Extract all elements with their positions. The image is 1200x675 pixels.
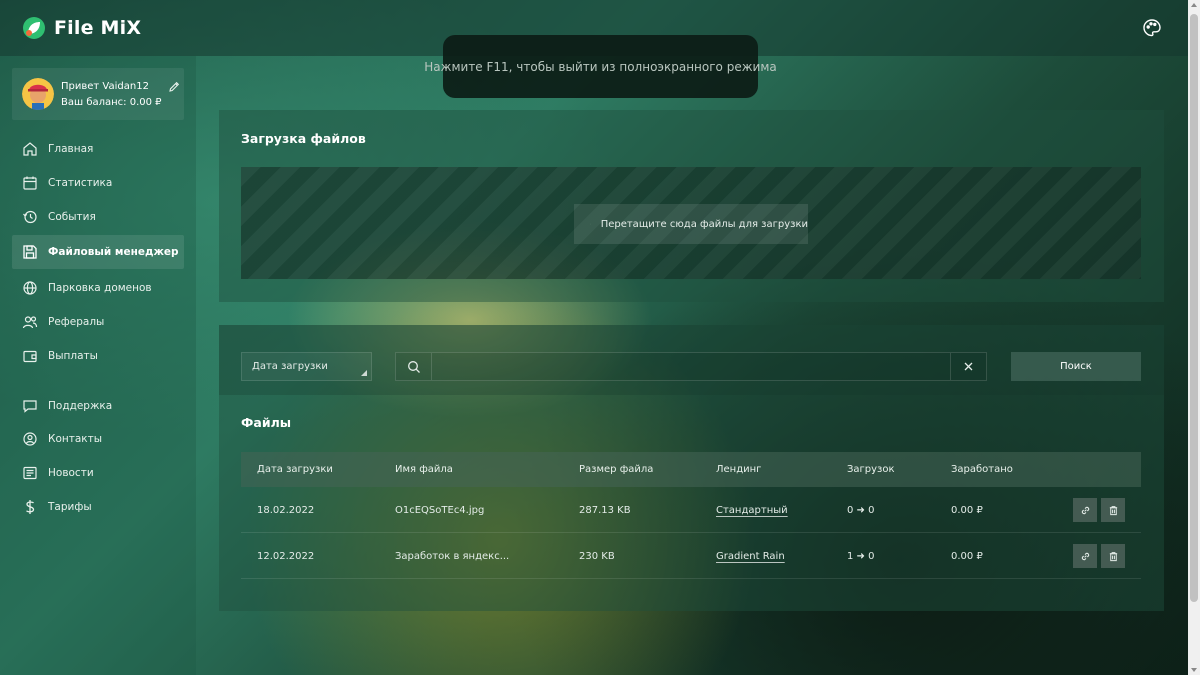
sidebar-item-label: Поддержка [48,400,113,412]
user-card: Привет Vaidan12 Ваш баланс: 0.00 ₽ [12,68,184,120]
table-row: 18.02.2022 O1cEQSoTEc4.jpg 287.13 KB Ста… [241,487,1141,533]
save-icon [23,245,37,259]
sidebar-item-label: Выплаты [48,350,98,362]
search-box [395,352,987,381]
sidebar-item-contacts[interactable]: Контакты [12,422,184,456]
sidebar-item-statistics[interactable]: Статистика [12,166,184,200]
sidebar-item-tariffs[interactable]: Тарифы [12,490,184,524]
drop-label: Перетащите сюда файлы для загрузки [600,218,808,230]
sidebar-item-referrals[interactable]: Рефералы [12,305,184,339]
user-greeting: Привет Vaidan12 [61,81,149,92]
sidebar-item-domain-parking[interactable]: Парковка доменов [12,271,184,305]
dollar-icon [26,500,35,514]
sort-select-value: Дата загрузки [252,361,328,372]
cell-file-name: Заработок в яндекс... [395,550,510,562]
sidebar-item-label: Новости [48,467,94,479]
sidebar-item-label: События [48,211,96,223]
search-button[interactable]: Поиск [1011,352,1141,381]
delete-button[interactable] [1101,498,1125,522]
files-title: Файлы [241,415,292,430]
search-icon [407,360,420,373]
upload-icon [590,223,591,225]
sidebar-item-events[interactable]: События [12,200,184,234]
cell-date: 12.02.2022 [257,550,315,562]
filter-row: Дата загрузки Поиск [219,325,1164,395]
close-icon [964,362,973,371]
table-header: Дата загрузки Имя файла Размер файла Лен… [241,452,1141,487]
contact-icon [23,432,37,446]
sidebar-item-payouts[interactable]: Выплаты [12,339,184,373]
cell-size: 287.13 KB [579,504,631,516]
landing-link[interactable]: Gradient Rain [716,551,785,562]
search-input[interactable] [433,353,951,380]
user-balance: Ваш баланс: 0.00 ₽ [61,97,162,108]
dropzone[interactable]: Перетащите сюда файлы для загрузки [241,167,1141,279]
news-icon [23,466,37,480]
column-header-size[interactable]: Размер файла [579,452,653,487]
column-header-earned[interactable]: Заработано [951,452,1013,487]
cell-earned: 0.00 ₽ [951,550,983,562]
leaf-logo-icon [23,17,45,39]
cell-size: 230 KB [579,550,615,562]
column-header-landing[interactable]: Лендинг [716,452,761,487]
sidebar-item-label: Парковка доменов [48,282,152,294]
caret-down-icon [361,370,367,376]
palette-icon[interactable] [1142,18,1162,38]
trash-icon [1109,505,1117,515]
landing-link[interactable]: Стандартный [716,505,788,516]
cell-date: 18.02.2022 [257,504,315,516]
column-header-name[interactable]: Имя файла [395,452,453,487]
users-icon [22,316,38,329]
sidebar-item-label: Рефералы [48,316,105,328]
cell-file-name: O1cEQSoTEc4.jpg [395,504,485,516]
delete-button[interactable] [1101,544,1125,568]
scroll-up-arrow-icon[interactable] [1191,3,1197,7]
wallet-icon [23,350,37,363]
upload-title: Загрузка файлов [241,131,366,146]
sidebar-item-label: Статистика [48,177,113,189]
table-row: 12.02.2022 Заработок в яндекс... 230 KB … [241,533,1141,579]
fullscreen-notice: Нажмите F11, чтобы выйти из полноэкранно… [424,35,777,98]
sidebar-item-file-manager[interactable]: Файловый менеджер [12,235,184,269]
trash-icon [1109,551,1117,561]
app-logo[interactable]: File MiX [22,16,141,40]
link-icon [1081,552,1089,560]
cell-landing: Стандартный [716,487,788,533]
files-panel: Дата загрузки Поиск Файлы Дата загрузки … [219,325,1164,611]
sidebar-item-news[interactable]: Новости [12,456,184,490]
upload-panel: Загрузка файлов Перетащите сюда файлы дл… [219,110,1164,302]
sidebar-item-home[interactable]: Главная [12,132,184,166]
scroll-down-arrow-icon[interactable] [1191,668,1197,672]
avatar[interactable] [22,78,54,110]
sort-select[interactable]: Дата загрузки [241,352,372,381]
page-scrollbar[interactable] [1188,0,1200,675]
sidebar-item-label: Контакты [48,433,103,445]
copy-link-button[interactable] [1073,498,1097,522]
globe-icon [23,281,37,295]
home-icon [23,142,37,156]
cell-downloads: 0 ➜ 0 [847,504,875,516]
search-icon-cell[interactable] [396,353,432,380]
chat-icon [23,400,37,413]
sidebar-item-label: Тарифы [48,501,92,513]
cell-downloads: 1 ➜ 0 [847,550,875,562]
scrollbar-thumb[interactable] [1190,14,1198,602]
column-header-downloads[interactable]: Загрузок [847,452,895,487]
sidebar-item-label: Главная [48,143,94,155]
sidebar: Привет Vaidan12 Ваш баланс: 0.00 ₽ Главн… [0,56,196,675]
cell-earned: 0.00 ₽ [951,504,983,516]
copy-link-button[interactable] [1073,544,1097,568]
calendar-icon [23,176,37,190]
app-name: File MiX [54,17,142,39]
edit-pencil-icon[interactable] [168,81,180,93]
link-icon [1081,506,1089,514]
column-header-date[interactable]: Дата загрузки [257,452,333,487]
sidebar-item-support[interactable]: Поддержка [12,389,184,423]
history-icon [23,210,37,224]
cell-landing: Gradient Rain [716,533,785,579]
clear-search-button[interactable] [950,353,986,380]
upload-drop-button[interactable]: Перетащите сюда файлы для загрузки [574,204,808,244]
sidebar-item-label: Файловый менеджер [48,246,179,258]
files-table: Дата загрузки Имя файла Размер файла Лен… [241,452,1141,579]
